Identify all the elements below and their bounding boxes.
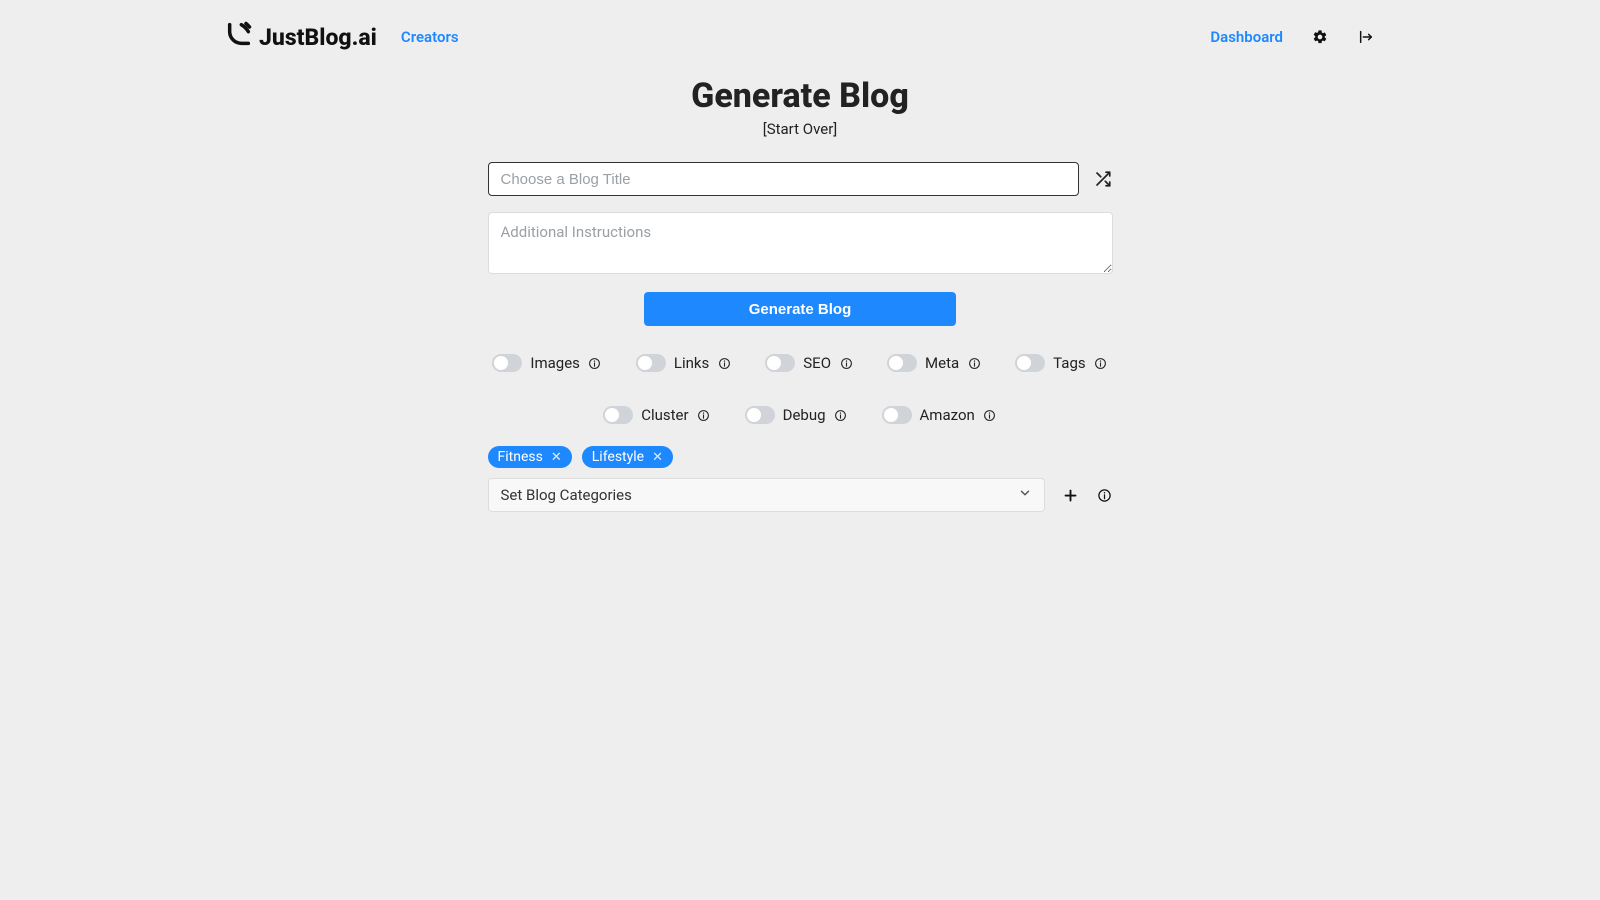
- row1-toggle-seo[interactable]: [765, 354, 795, 372]
- info-icon[interactable]: [839, 356, 853, 370]
- info-icon[interactable]: [717, 356, 731, 370]
- brand-name: JustBlog.ai: [259, 24, 377, 51]
- row1-switch-item: Meta: [887, 354, 981, 372]
- row1-switch-item: Links: [636, 354, 731, 372]
- add-category-button[interactable]: [1063, 487, 1079, 503]
- categories-select[interactable]: Set Blog Categories: [488, 478, 1045, 512]
- additional-instructions-input[interactable]: [488, 212, 1113, 274]
- row1-label: Images: [530, 354, 580, 372]
- nav-right: Dashboard: [1210, 28, 1375, 46]
- main-content: Generate Blog [Start Over] Generate Blog: [225, 64, 1375, 512]
- categories-info-icon[interactable]: [1097, 487, 1113, 503]
- info-icon[interactable]: [1094, 356, 1108, 370]
- brand-logo[interactable]: JustBlog.ai: [225, 20, 377, 54]
- tags-row: Fitness ✕ Lifestyle ✕: [488, 446, 1113, 468]
- row1-switch-item: Images: [492, 354, 602, 372]
- chevron-down-icon: [1018, 486, 1032, 504]
- row2-toggle-debug[interactable]: [745, 406, 775, 424]
- blog-title-input[interactable]: [488, 162, 1079, 196]
- remove-tag-icon[interactable]: ✕: [652, 451, 663, 464]
- row2-switch-item: Debug: [745, 406, 848, 424]
- switch-row-2: Cluster Debug Amazon: [488, 406, 1113, 424]
- row2-label: Cluster: [641, 406, 688, 424]
- page-title: Generate Blog: [691, 76, 909, 116]
- row1-toggle-images[interactable]: [492, 354, 522, 372]
- navbar: JustBlog.ai Creators Dashboard: [225, 0, 1375, 64]
- category-tag: Lifestyle ✕: [582, 446, 673, 468]
- info-icon[interactable]: [983, 408, 997, 422]
- settings-icon[interactable]: [1311, 28, 1329, 46]
- row1-toggle-tags[interactable]: [1015, 354, 1045, 372]
- info-icon[interactable]: [834, 408, 848, 422]
- nav-link-creators[interactable]: Creators: [401, 28, 459, 46]
- title-row: [488, 162, 1113, 196]
- info-icon[interactable]: [697, 408, 711, 422]
- category-tag-label: Fitness: [498, 449, 543, 465]
- row2-switch-item: Amazon: [882, 406, 997, 424]
- row1-switch-item: SEO: [765, 354, 853, 372]
- row1-switch-item: Tags: [1015, 354, 1107, 372]
- generate-blog-button[interactable]: Generate Blog: [644, 292, 956, 326]
- info-icon[interactable]: [588, 356, 602, 370]
- categories-placeholder: Set Blog Categories: [501, 486, 632, 504]
- row1-toggle-meta[interactable]: [887, 354, 917, 372]
- categories-row: Set Blog Categories: [488, 478, 1113, 512]
- row1-label: SEO: [803, 354, 831, 372]
- row2-switch-item: Cluster: [603, 406, 710, 424]
- row2-toggle-cluster[interactable]: [603, 406, 633, 424]
- nav-link-dashboard[interactable]: Dashboard: [1210, 28, 1283, 46]
- logo-icon: [225, 20, 253, 54]
- info-icon[interactable]: [967, 356, 981, 370]
- remove-tag-icon[interactable]: ✕: [551, 451, 562, 464]
- shuffle-icon[interactable]: [1093, 169, 1113, 189]
- row2-label: Amazon: [920, 406, 975, 424]
- nav-left: JustBlog.ai Creators: [225, 20, 459, 54]
- start-over-link[interactable]: [Start Over]: [763, 120, 838, 138]
- row1-label: Tags: [1053, 354, 1085, 372]
- row2-label: Debug: [783, 406, 826, 424]
- category-tag-label: Lifestyle: [592, 449, 644, 465]
- logout-icon[interactable]: [1357, 28, 1375, 46]
- row1-label: Meta: [925, 354, 959, 372]
- row1-label: Links: [674, 354, 709, 372]
- row2-toggle-amazon[interactable]: [882, 406, 912, 424]
- row1-toggle-links[interactable]: [636, 354, 666, 372]
- switch-row-1: Images Links SEO Meta Tags: [488, 354, 1113, 372]
- category-tag: Fitness ✕: [488, 446, 572, 468]
- form-area: Generate Blog Images Links SEO Meta Tags Clu…: [488, 162, 1113, 512]
